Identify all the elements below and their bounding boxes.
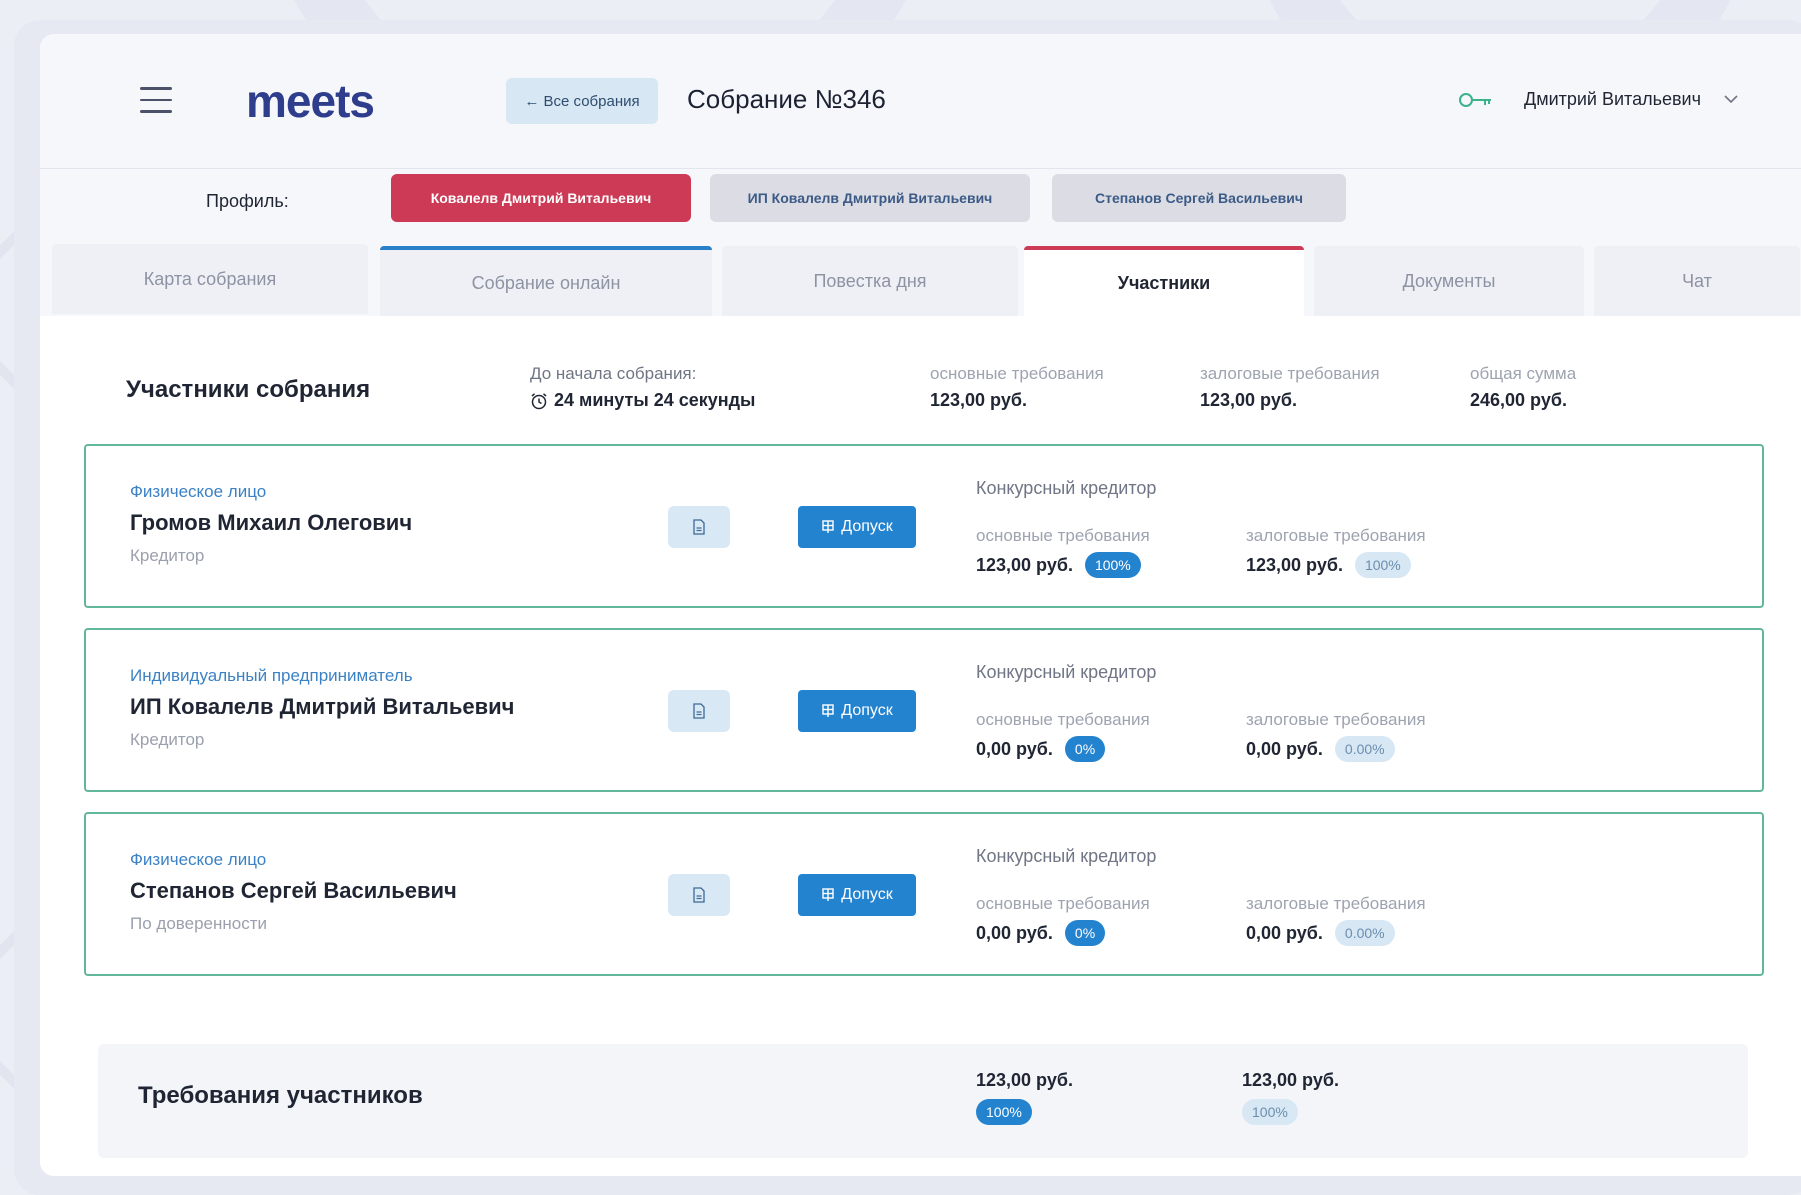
alarm-clock-icon — [531, 392, 547, 409]
stat-total: общая сумма 246,00 руб. — [1470, 364, 1576, 411]
tab-meeting-map[interactable]: Карта собрания — [52, 244, 368, 314]
req-value: 0,00 руб. — [1246, 738, 1323, 759]
admit-icon — [822, 888, 834, 901]
req-value: 0,00 руб. — [1246, 922, 1323, 943]
admit-icon — [822, 704, 834, 717]
tab-agenda[interactable]: Повестка дня — [722, 246, 1018, 316]
stat-label: основные требования — [930, 364, 1104, 383]
summary-main: 123,00 руб. 100% — [976, 1070, 1073, 1125]
percent-badge: 0% — [1064, 920, 1106, 946]
admit-button[interactable]: Допуск — [798, 506, 916, 548]
admit-label: Допуск — [841, 886, 893, 903]
document-icon — [693, 519, 705, 535]
admit-button[interactable]: Допуск — [798, 874, 916, 916]
stat-value: 123,00 руб. — [930, 390, 1027, 410]
percent-badge: 0% — [1064, 736, 1106, 762]
participant-card: Физическое лицо Громов Михаил Олегович К… — [84, 444, 1764, 608]
page-title: Собрание №346 — [687, 84, 886, 114]
stat-main: основные требования 123,00 руб. — [930, 364, 1104, 411]
percent-badge: 0.00% — [1334, 736, 1395, 762]
admit-icon — [822, 520, 834, 533]
participant-type: Индивидуальный предприниматель — [130, 666, 413, 685]
stat-pledge: залоговые требования 123,00 руб. — [1200, 364, 1380, 411]
req-label: залоговые требования — [1246, 894, 1426, 913]
admit-button[interactable]: Допуск — [798, 690, 916, 732]
section-title: Участники собрания — [126, 376, 371, 403]
key-icon[interactable] — [1458, 90, 1494, 110]
profile-option[interactable]: Степанов Сергей Васильевич — [1052, 174, 1346, 222]
percent-badge: 0.00% — [1334, 920, 1395, 946]
logo: meets — [246, 75, 375, 127]
document-icon — [693, 703, 705, 719]
stat-value: 246,00 руб. — [1470, 390, 1567, 410]
participant-name: Степанов Сергей Васильевич — [130, 878, 457, 903]
creditor-type: Конкурсный кредитор — [976, 478, 1157, 498]
document-button[interactable] — [668, 506, 730, 548]
document-icon — [693, 887, 705, 903]
main-requirements: основные требования 0,00 руб. 0% — [976, 710, 1150, 762]
participant-role: Кредитор — [130, 546, 205, 565]
app-window: meets ← Все собрания Собрание №346 Дмитр… — [40, 34, 1801, 1176]
pledge-requirements: залоговые требования 0,00 руб. 0.00% — [1246, 710, 1426, 762]
participant-role: Кредитор — [130, 730, 205, 749]
participant-card: Физическое лицо Степанов Сергей Васильев… — [84, 812, 1764, 976]
percent-badge: 100% — [1354, 552, 1411, 578]
profile-option[interactable]: ИП Ковалелв Дмитрий Витальевич — [710, 174, 1030, 222]
req-label: основные требования — [976, 894, 1150, 913]
req-value: 0,00 руб. — [976, 738, 1053, 759]
req-value: 0,00 руб. — [976, 922, 1053, 943]
main-requirements: основные требования 0,00 руб. 0% — [976, 894, 1150, 946]
pledge-requirements: залоговые требования 123,00 руб. 100% — [1246, 526, 1426, 578]
participant-type: Физическое лицо — [130, 850, 267, 869]
participants-panel: Участники собрания До начала собрания: 2… — [40, 316, 1801, 1176]
header: meets ← Все собрания Собрание №346 Дмитр… — [40, 34, 1801, 172]
user-menu[interactable]: Дмитрий Витальевич — [1524, 89, 1701, 110]
timer-label: До начала собрания: — [530, 364, 697, 383]
summary-value: 123,00 руб. — [976, 1070, 1073, 1090]
header-divider — [40, 168, 1801, 169]
req-label: основные требования — [976, 710, 1150, 729]
summary-pledge: 123,00 руб. 100% — [1242, 1070, 1339, 1125]
req-label: основные требования — [976, 526, 1150, 545]
admit-label: Допуск — [841, 702, 893, 719]
profile-option[interactable]: Ковалелв Дмитрий Витальевич — [391, 174, 691, 222]
stat-label: общая сумма — [1470, 364, 1577, 383]
pledge-requirements: залоговые требования 0,00 руб. 0.00% — [1246, 894, 1426, 946]
creditor-type: Конкурсный кредитор — [976, 662, 1157, 682]
req-label: залоговые требования — [1246, 710, 1426, 729]
stat-value: 123,00 руб. — [1200, 390, 1297, 410]
timer: До начала собрания: 24 минуты 24 секунды — [530, 364, 755, 411]
participant-card: Индивидуальный предприниматель ИП Ковале… — [84, 628, 1764, 792]
summary-title: Требования участников — [138, 1082, 423, 1109]
percent-badge: 100% — [976, 1099, 1032, 1125]
req-label: залоговые требования — [1246, 526, 1426, 545]
participant-name: ИП Ковалелв Дмитрий Витальевич — [130, 694, 515, 719]
percent-badge: 100% — [1242, 1099, 1298, 1125]
timer-value: 24 минуты 24 секунды — [554, 390, 756, 410]
participant-type: Физическое лицо — [130, 482, 267, 501]
tab-meeting-online[interactable]: Собрание онлайн — [380, 246, 712, 316]
tab-documents[interactable]: Документы — [1314, 246, 1584, 316]
participant-role: По доверенности — [130, 914, 267, 933]
req-value: 123,00 руб. — [976, 554, 1073, 575]
all-meetings-button[interactable]: ← Все собрания — [506, 78, 658, 124]
document-button[interactable] — [668, 690, 730, 732]
chevron-down-icon[interactable] — [1722, 90, 1740, 108]
percent-badge: 100% — [1084, 552, 1141, 578]
stat-label: залоговые требования — [1200, 364, 1380, 383]
requirements-summary: Требования участников 123,00 руб. 100% 1… — [98, 1044, 1748, 1158]
admit-label: Допуск — [841, 518, 893, 535]
document-button[interactable] — [668, 874, 730, 916]
profile-label: Профиль: — [206, 191, 289, 211]
req-value: 123,00 руб. — [1246, 554, 1343, 575]
tab-participants[interactable]: Участники — [1024, 246, 1304, 316]
main-requirements: основные требования 123,00 руб. 100% — [976, 526, 1150, 578]
summary-value: 123,00 руб. — [1242, 1070, 1339, 1090]
tab-chat[interactable]: Чат — [1594, 246, 1800, 316]
participant-name: Громов Михаил Олегович — [130, 510, 413, 535]
hamburger-icon[interactable] — [140, 87, 172, 113]
creditor-type: Конкурсный кредитор — [976, 846, 1157, 866]
